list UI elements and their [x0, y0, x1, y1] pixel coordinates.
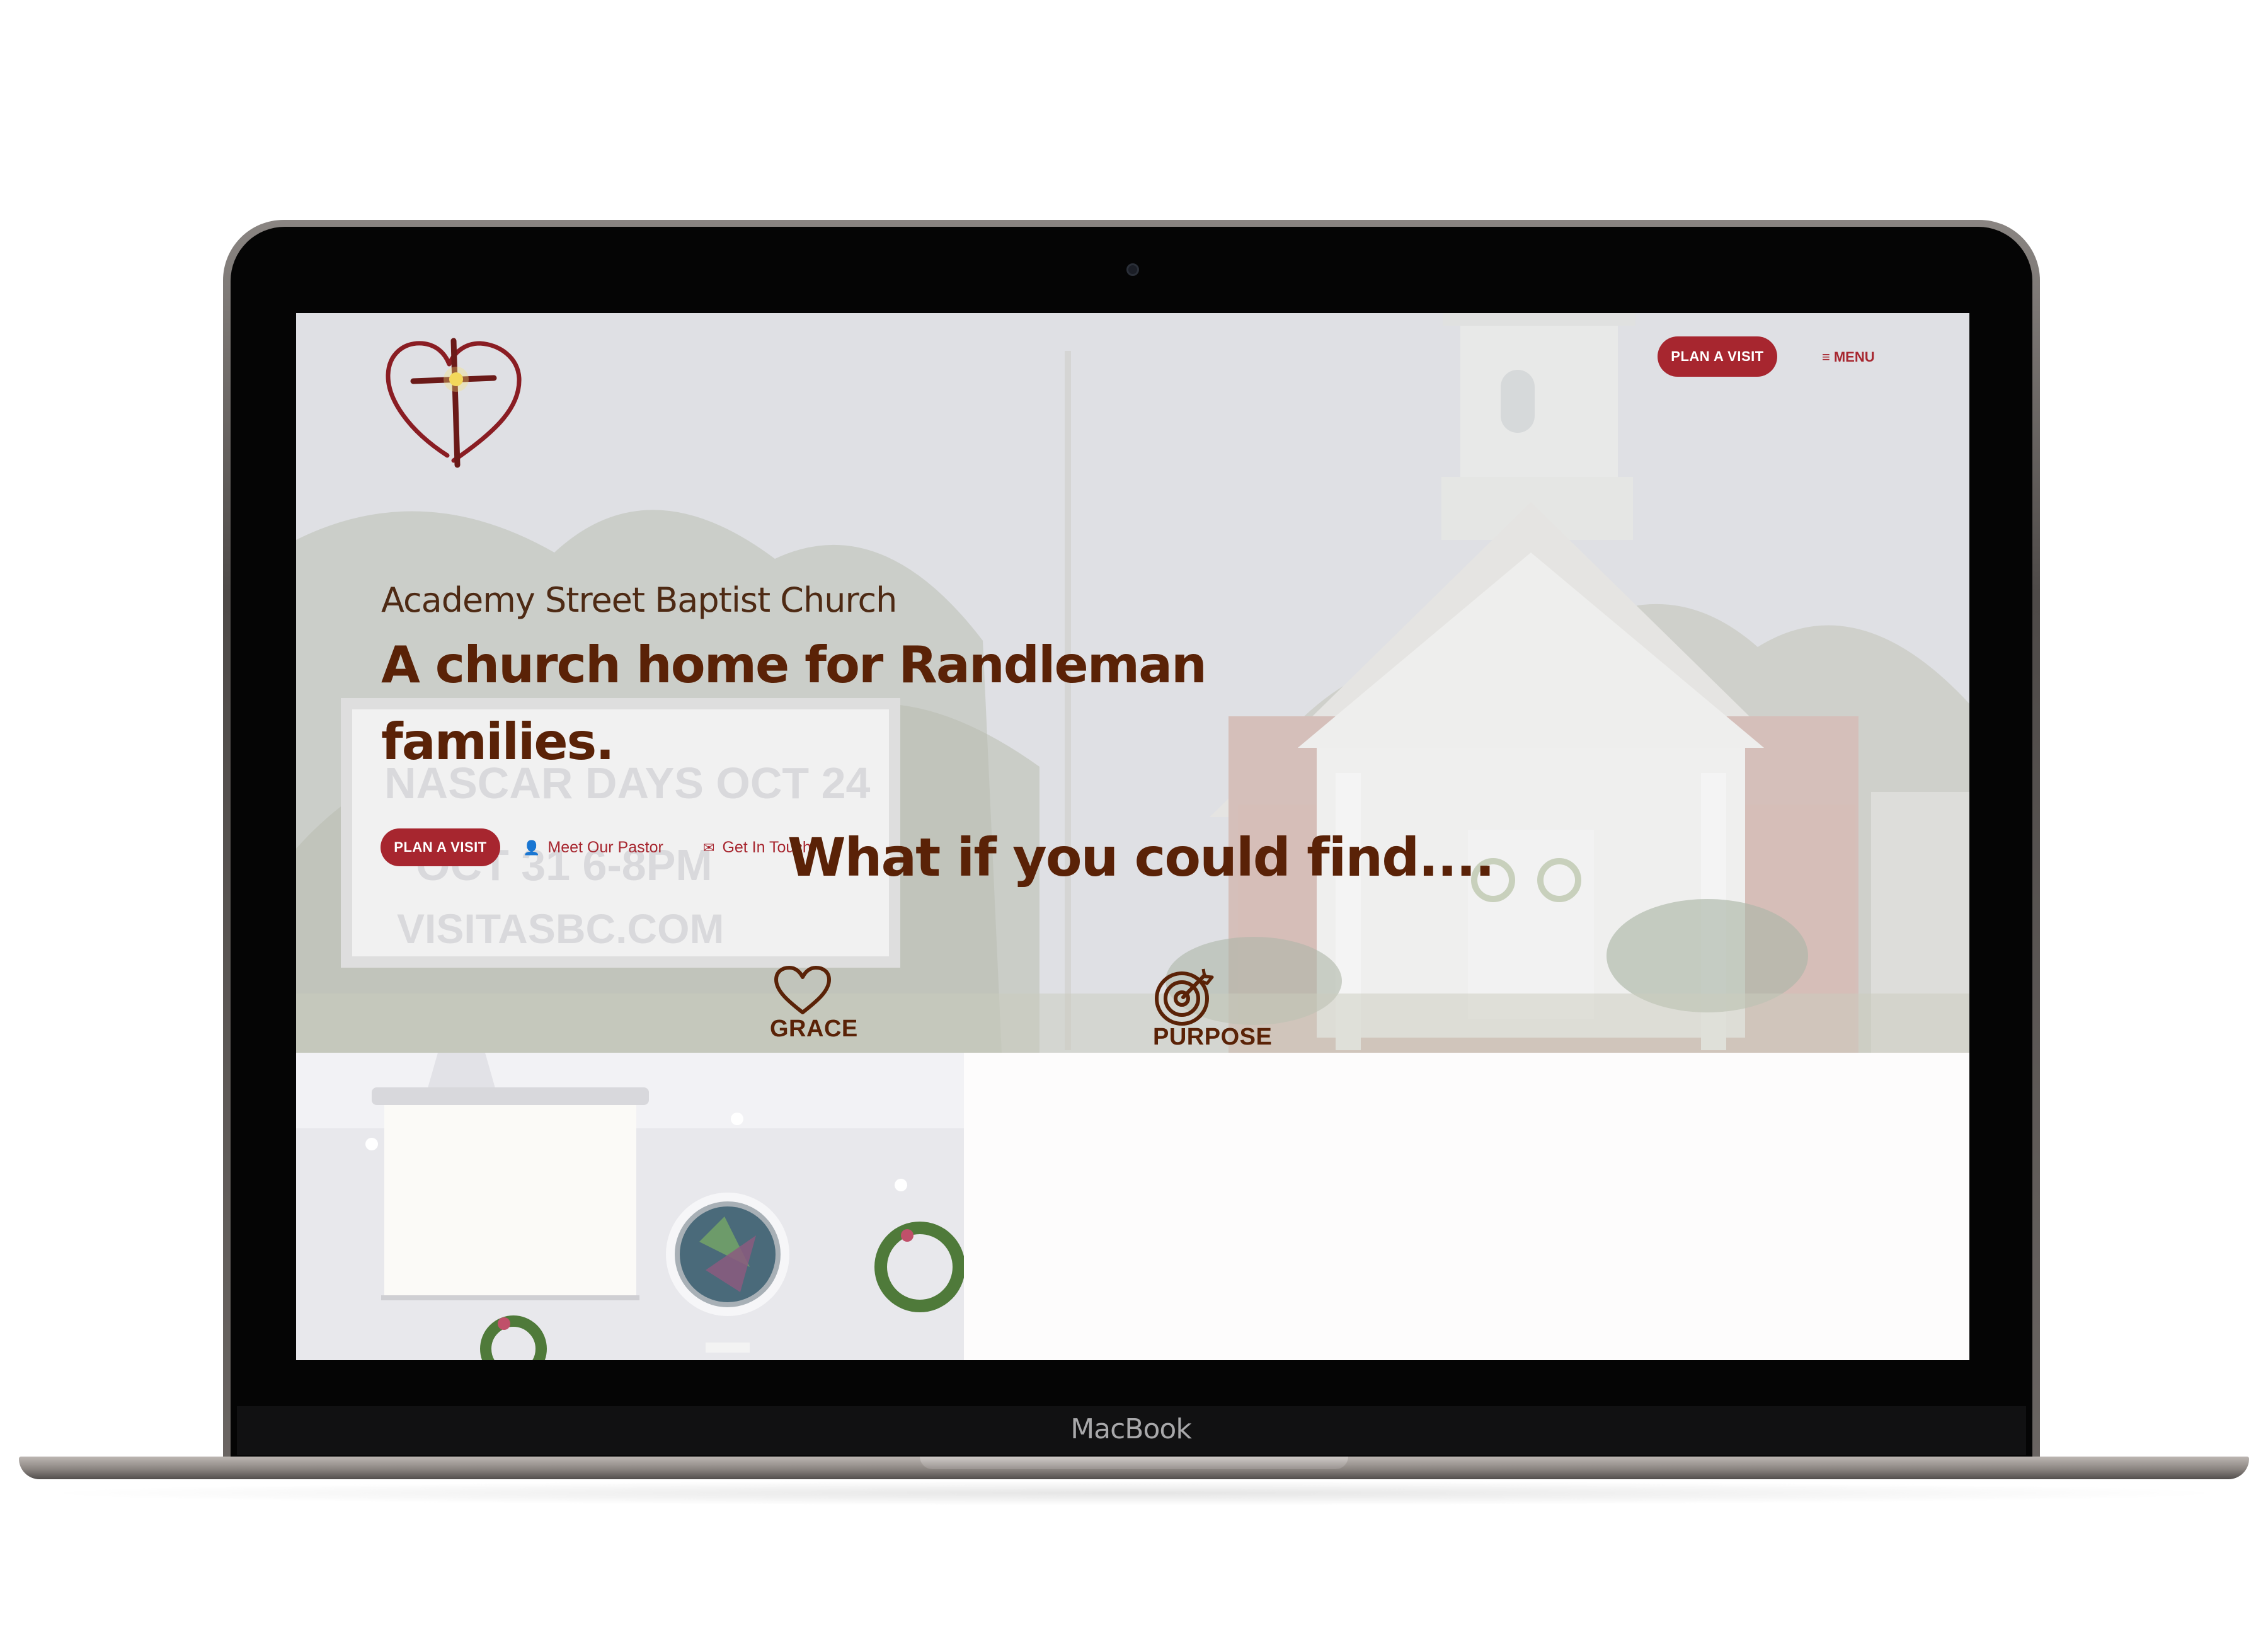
- laptop-shadow: [32, 1480, 2236, 1506]
- church-name: Academy Street Baptist Church: [381, 580, 897, 620]
- user-icon: 👤: [523, 840, 541, 856]
- meet-our-pastor-label: Meet Our Pastor: [547, 839, 663, 856]
- feature-purpose: PURPOSE: [1153, 964, 1304, 1052]
- hero-headline-line-2: families.: [381, 713, 615, 771]
- heart-icon: [774, 966, 831, 1014]
- envelope-icon: ✉: [703, 840, 715, 856]
- macbook-brand-label: MacBook: [1070, 1413, 1192, 1445]
- church-interior-photo: [296, 1053, 964, 1360]
- feature-purpose-label: PURPOSE: [1153, 1024, 1273, 1050]
- menu-label: MENU: [1833, 349, 1875, 365]
- meet-our-pastor-link[interactable]: 👤 Meet Our Pastor: [523, 839, 668, 857]
- target-icon: [1155, 968, 1214, 1026]
- hero-plan-visit-button[interactable]: PLAN A VISIT: [381, 828, 500, 866]
- hero-headline: A church home for Randleman families.: [381, 627, 1263, 791]
- hamburger-icon: ≡: [1822, 349, 1830, 365]
- header-plan-visit-button[interactable]: PLAN A VISIT: [1658, 336, 1777, 377]
- camera-icon: [1126, 263, 1139, 276]
- feature-grace-label: GRACE: [770, 1016, 858, 1042]
- laptop-hinge-notch: [920, 1457, 1348, 1469]
- hero-section: NASCAR DAYS OCT 24 OCT 31 6-8PM VISITASB…: [296, 313, 1969, 1053]
- church-logo-icon[interactable]: [378, 336, 532, 469]
- find-section: [964, 1053, 1969, 1360]
- hero-headline-line-1: A church home for Randleman: [381, 636, 1207, 694]
- feature-grace: GRACE: [770, 966, 883, 1048]
- menu-button[interactable]: ≡ MENU: [1822, 346, 1891, 368]
- find-heading: What if you could find....: [788, 827, 1495, 888]
